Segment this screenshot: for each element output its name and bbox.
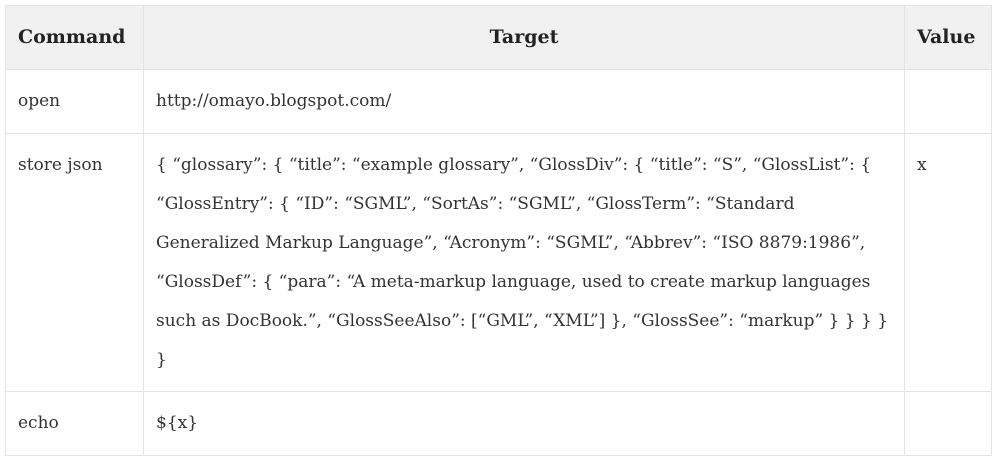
cell-command: open: [5, 69, 144, 134]
table-row: open http://omayo.blogspot.com/: [5, 69, 992, 134]
header-command: Command: [5, 5, 144, 70]
cell-value: [904, 69, 992, 134]
cell-value: [904, 391, 992, 456]
cell-target: http://omayo.blogspot.com/: [143, 69, 905, 134]
cell-command: echo: [5, 391, 144, 456]
cell-target: { “glossary”: { “title”: “example glossa…: [143, 133, 905, 392]
table-row: echo ${x}: [5, 391, 992, 456]
header-value: Value: [904, 5, 992, 70]
cell-target: ${x}: [143, 391, 905, 456]
commands-table: Command Target Value open http://omayo.b…: [5, 5, 992, 456]
table-row: store json { “glossary”: { “title”: “exa…: [5, 133, 992, 392]
table-header: Command Target Value: [5, 5, 992, 70]
table-body: open http://omayo.blogspot.com/ store js…: [5, 69, 992, 456]
commands-table-container: Command Target Value open http://omayo.b…: [5, 5, 992, 456]
cell-value: x: [904, 133, 992, 392]
header-target: Target: [143, 5, 905, 70]
header-row: Command Target Value: [5, 5, 992, 70]
cell-command: store json: [5, 133, 144, 392]
